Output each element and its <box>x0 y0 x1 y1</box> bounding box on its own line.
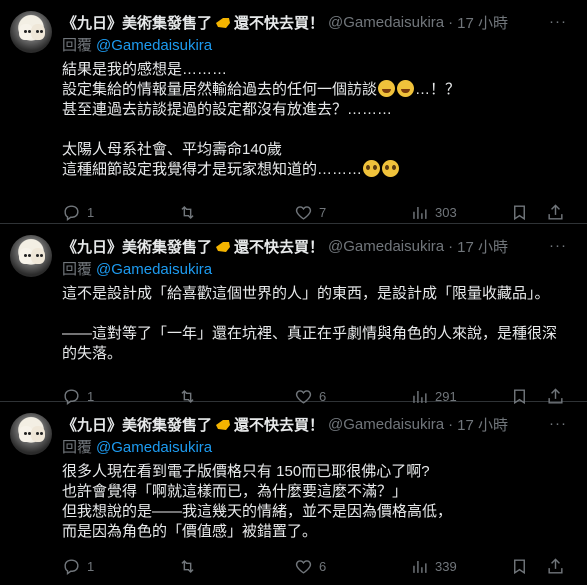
author-name[interactable]: 《九日》美術集發售了 <box>62 12 212 33</box>
views-chart-icon <box>413 560 427 573</box>
author-handle[interactable]: @Gamedaisukira <box>328 14 444 31</box>
reply-prefix: 回覆 <box>62 261 93 278</box>
timestamp[interactable]: 17 小時 <box>457 414 508 435</box>
bookmark-icon <box>514 204 525 220</box>
pleading-face-icon <box>382 160 400 177</box>
tweet-text: 這不是設計成「給喜歡這個世界的人」的東西，是設計成「限量收藏品」。 ——這對等了… <box>62 285 558 362</box>
reply-to-link[interactable]: @Gamedaisukira <box>96 37 212 54</box>
pointing-hand-icon <box>216 420 231 430</box>
heart-icon <box>295 559 312 574</box>
bookmark-button[interactable] <box>510 557 532 576</box>
retweet-button[interactable] <box>178 203 294 222</box>
share-icon <box>548 203 563 220</box>
view-count: 339 <box>435 558 457 574</box>
tweet[interactable]: ··· 《九日》美術集發售了 還不快去買！ @Gamedaisukira · 1… <box>0 0 587 224</box>
author-name-suffix[interactable]: 還不快去買！ <box>234 236 324 257</box>
share-button[interactable] <box>546 203 565 222</box>
separator-dot: · <box>448 415 454 433</box>
retweet-button[interactable] <box>178 557 294 576</box>
reply-prefix: 回覆 <box>62 37 93 54</box>
text-line: 這種細節設定我覺得才是玩家想知道的……… <box>62 160 571 180</box>
author-name[interactable]: 《九日》美術集發售了 <box>62 236 212 257</box>
tweet-text: 結果是我的感想是……… 設定集給的情報量居然輸給過去的任何一個訪談…！？ 甚至連… <box>62 60 571 180</box>
text-line <box>62 120 571 140</box>
author-name-suffix[interactable]: 還不快去買！ <box>234 12 324 33</box>
rofl-emoji-icon <box>378 80 396 97</box>
like-count: 6 <box>319 558 327 574</box>
reply-context: 回覆 @Gamedaisukira <box>62 436 571 456</box>
pointing-hand-icon <box>216 242 231 252</box>
text-line: 甚至連過去訪談提過的設定都沒有放進去？……… <box>62 101 393 118</box>
retweet-icon <box>181 559 194 573</box>
views-chart-icon <box>413 206 427 219</box>
tweet[interactable]: ··· 《九日》美術集發售了 還不快去買！ @Gamedaisukira · 1… <box>0 224 587 405</box>
tweet[interactable]: ··· 《九日》美術集發售了 還不快去買！ @Gamedaisukira · 1… <box>0 402 587 585</box>
timestamp[interactable]: 17 小時 <box>457 236 508 257</box>
reply-feed: ··· 《九日》美術集發售了 還不快去買！ @Gamedaisukira · 1… <box>0 0 587 585</box>
share-icon <box>548 557 563 574</box>
reply-button[interactable]: 1 <box>62 203 178 222</box>
tweet-text: 很多人現在看到電子版價格只有 150而已耶很佛心了啊? 也許會覺得「啊就這樣而已… <box>62 463 453 540</box>
avatar[interactable] <box>10 413 52 455</box>
bookmark-icon <box>514 558 525 574</box>
bookmark-button[interactable] <box>510 203 532 222</box>
reply-context: 回覆 @Gamedaisukira <box>62 34 571 54</box>
avatar[interactable] <box>10 11 52 53</box>
avatar[interactable] <box>10 235 52 277</box>
reply-to-link[interactable]: @Gamedaisukira <box>96 261 212 278</box>
reply-icon <box>64 204 79 221</box>
more-options-button[interactable]: ··· <box>549 415 567 432</box>
author-name-suffix[interactable]: 還不快去買！ <box>234 414 324 435</box>
reply-to-link[interactable]: @Gamedaisukira <box>96 439 212 456</box>
separator-dot: · <box>448 13 454 31</box>
timestamp[interactable]: 17 小時 <box>457 12 508 33</box>
reply-context: 回覆 @Gamedaisukira <box>62 258 571 278</box>
author-handle[interactable]: @Gamedaisukira <box>328 416 444 433</box>
more-options-button[interactable]: ··· <box>549 237 567 254</box>
reply-icon <box>64 558 79 575</box>
heart-icon <box>295 205 312 220</box>
pleading-face-icon <box>363 160 381 177</box>
like-button[interactable]: 7 <box>294 203 410 222</box>
retweet-icon <box>181 205 194 219</box>
author-name[interactable]: 《九日》美術集發售了 <box>62 414 212 435</box>
reply-prefix: 回覆 <box>62 439 93 456</box>
reply-count: 1 <box>87 558 95 574</box>
pointing-hand-icon <box>216 18 231 28</box>
like-count: 7 <box>319 204 327 220</box>
reply-count: 1 <box>87 204 95 220</box>
views-button[interactable]: 303 <box>410 203 510 222</box>
views-button[interactable]: 339 <box>410 557 510 576</box>
author-handle[interactable]: @Gamedaisukira <box>328 238 444 255</box>
rofl-emoji-icon <box>397 80 415 97</box>
text-line: 太陽人母系社會、平均壽命140歲 <box>62 141 283 158</box>
view-count: 303 <box>435 204 457 220</box>
more-options-button[interactable]: ··· <box>549 13 567 30</box>
text-line: 設定集給的情報量居然輸給過去的任何一個訪談…！？ <box>62 80 461 98</box>
reply-button[interactable]: 1 <box>62 557 178 576</box>
like-button[interactable]: 6 <box>294 557 410 576</box>
share-button[interactable] <box>546 557 565 576</box>
separator-dot: · <box>448 237 454 255</box>
text-line: 結果是我的感想是……… <box>62 61 228 78</box>
